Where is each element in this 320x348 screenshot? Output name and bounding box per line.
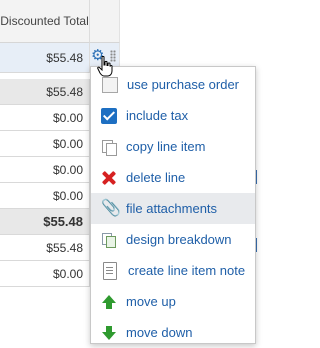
table-row-subtotal[interactable]: $55.48	[0, 209, 90, 235]
design-breakdown-icon	[101, 232, 117, 248]
cell-value: $55.48	[46, 84, 83, 99]
menu-item-design-breakdown[interactable]: design breakdown	[91, 224, 255, 255]
table-row[interactable]: $55.48	[0, 79, 90, 105]
menu-item-label: design breakdown	[126, 232, 232, 247]
menu-item-label: copy line item	[126, 139, 206, 154]
note-icon	[103, 261, 117, 280]
menu-item-label: move up	[126, 294, 176, 309]
menu-item-file-attachments[interactable]: 📎 file attachments	[91, 193, 255, 224]
cell-value: $0.00	[52, 110, 83, 125]
menu-item-label: file attachments	[126, 201, 218, 216]
menu-item-label: include tax	[126, 108, 189, 123]
arrow-down-icon	[101, 325, 117, 341]
cell-value: $55.48	[46, 50, 83, 65]
table-row[interactable]: $55.48	[0, 235, 90, 261]
table-row[interactable]: $0.00	[0, 105, 90, 131]
selected-row-total[interactable]: $55.48	[0, 43, 90, 73]
table-row[interactable]: $0.00	[0, 157, 90, 183]
cell-value: $55.48	[46, 240, 83, 255]
cell-value: $0.00	[52, 266, 83, 281]
table-row[interactable]: $0.00	[0, 131, 90, 157]
table-row[interactable]: $0.00	[0, 261, 90, 287]
column-header-discounted-total[interactable]: Discounted Total	[0, 0, 90, 43]
hand-cursor-icon	[97, 56, 113, 77]
cell-value: $0.00	[52, 188, 83, 203]
cell-value: $55.48	[43, 214, 83, 229]
paperclip-icon: 📎	[101, 199, 121, 217]
checkbox-checked-icon[interactable]	[101, 107, 117, 124]
checkbox-unchecked-icon[interactable]	[102, 76, 118, 93]
menu-item-copy-line-item[interactable]: copy line item	[91, 131, 255, 162]
menu-item-label: create line item note	[128, 263, 246, 278]
menu-item-move-up[interactable]: move up	[91, 286, 255, 317]
menu-item-label: delete line	[126, 170, 186, 185]
line-item-context-menu: use purchase order include tax copy line…	[90, 66, 256, 344]
table-row[interactable]: $0.00	[0, 183, 90, 209]
menu-item-delete-line[interactable]: delete line	[91, 162, 255, 193]
header-blank	[120, 0, 257, 43]
menu-item-label: use purchase order	[127, 77, 240, 92]
menu-item-label: move down	[126, 325, 193, 340]
menu-item-include-tax[interactable]: include tax	[91, 100, 255, 131]
menu-item-create-line-item-note[interactable]: create line item note	[91, 255, 255, 286]
menu-item-use-purchase-order[interactable]: use purchase order	[91, 69, 255, 100]
arrow-up-icon	[101, 294, 117, 310]
copy-icon	[101, 139, 117, 156]
cell-value: $0.00	[52, 136, 83, 151]
menu-item-move-down[interactable]: move down	[91, 317, 255, 348]
cell-value: $0.00	[52, 162, 83, 177]
delete-x-icon	[101, 170, 117, 186]
column-header-actions	[90, 0, 120, 43]
column-header-label: Discounted Total	[0, 14, 89, 28]
